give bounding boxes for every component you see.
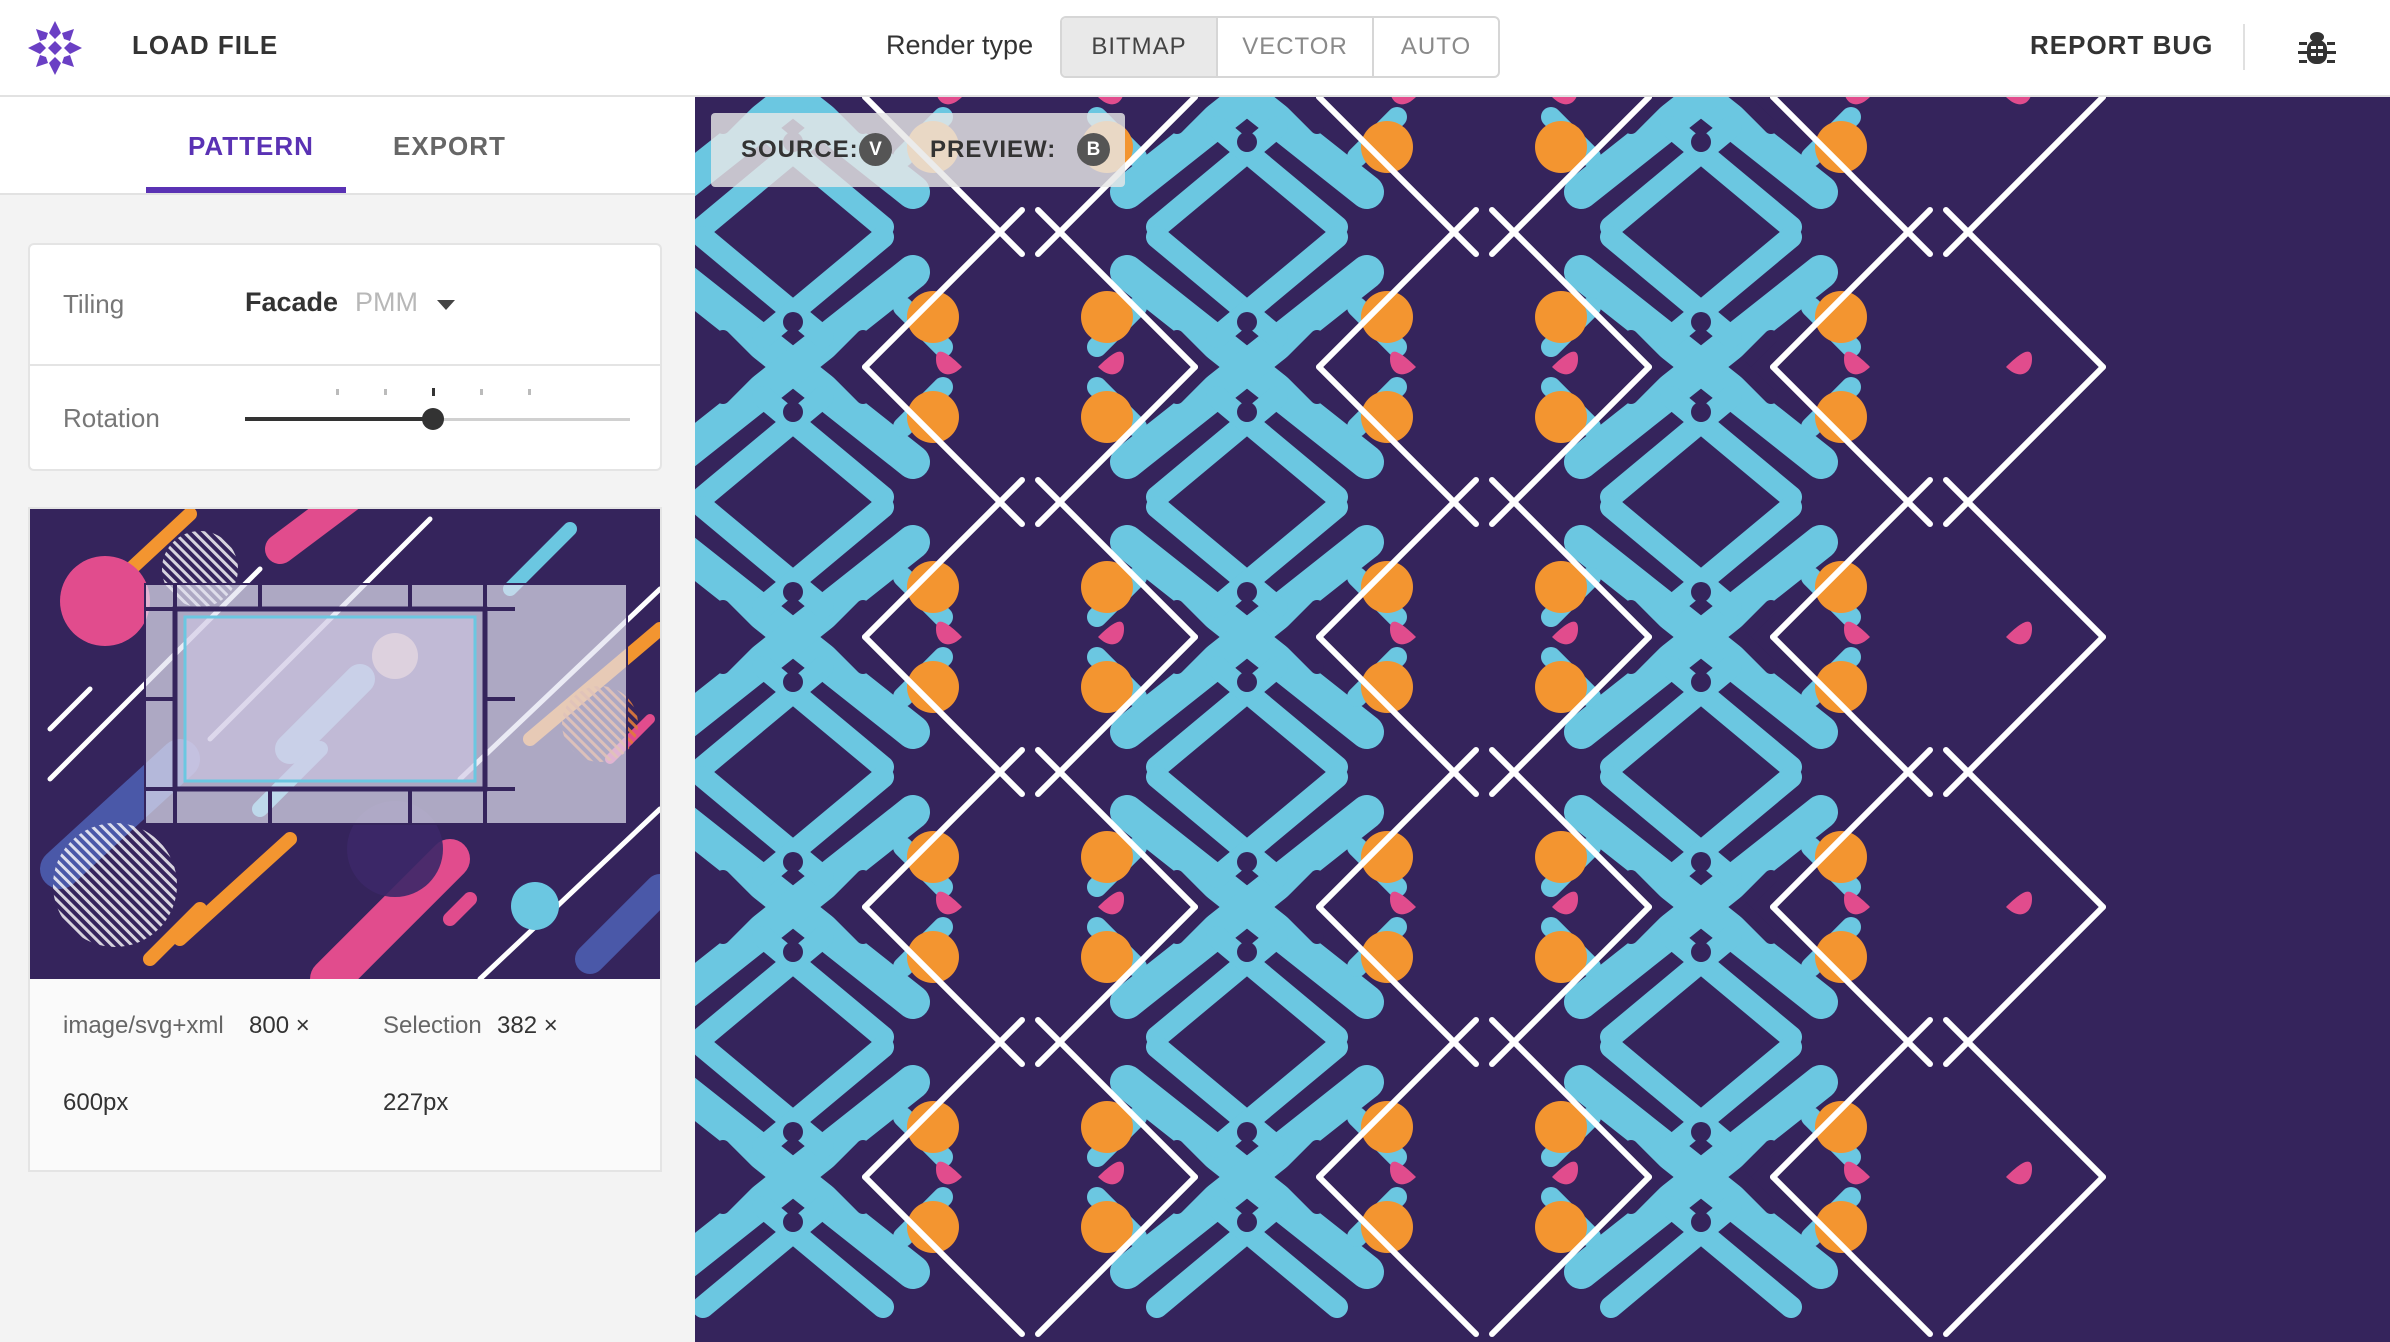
- cutout-dot: [783, 312, 803, 332]
- cutout-dot: [1237, 852, 1257, 872]
- card-divider: [30, 364, 660, 366]
- sidebar: PATTERN EXPORT Tiling Facade PMM Rotatio…: [0, 97, 695, 1342]
- top-bar: LOAD FILE Render type BITMAP VECTOR AUTO…: [0, 0, 2390, 97]
- load-file-button[interactable]: LOAD FILE: [132, 30, 278, 61]
- pattern-canvas[interactable]: SOURCE: V PREVIEW: B: [695, 97, 2390, 1342]
- render-type-toggle: BITMAP VECTOR AUTO: [1060, 16, 1500, 78]
- source-key-badge: V: [859, 133, 892, 166]
- source-label: SOURCE:: [741, 136, 859, 163]
- cutout-dot: [1691, 402, 1711, 422]
- cutout-dot: [783, 942, 803, 962]
- logo-icon[interactable]: [26, 19, 84, 77]
- tiled-pattern-preview: [695, 97, 2390, 1342]
- cutout-dot: [1237, 312, 1257, 332]
- preview-label: PREVIEW:: [930, 136, 1057, 163]
- slider-fill: [245, 417, 432, 421]
- cutout-dot: [1237, 402, 1257, 422]
- cutout-dot: [1237, 672, 1257, 692]
- sidebar-tabs: PATTERN EXPORT: [0, 97, 695, 195]
- selection-height: 227px: [383, 1089, 449, 1116]
- cutout-dot: [1691, 1122, 1711, 1142]
- slider-thumb[interactable]: [422, 408, 444, 430]
- report-bug-button[interactable]: REPORT BUG: [2030, 30, 2213, 61]
- source-width: 800 ×: [249, 1012, 310, 1039]
- cutout-dot: [1237, 132, 1257, 152]
- source-mime-type: image/svg+xml: [63, 1012, 224, 1039]
- cutout-dot: [1691, 132, 1711, 152]
- tiling-label: Tiling: [63, 289, 125, 319]
- tiling-value: Facade: [245, 287, 339, 317]
- cutout-dot: [1237, 1122, 1257, 1142]
- cutout-dot: [1691, 672, 1711, 692]
- selection-label: Selection: [383, 1012, 482, 1039]
- cutout-dot: [783, 402, 803, 422]
- cutout-dot: [783, 1212, 803, 1232]
- cutout-dot: [783, 852, 803, 872]
- cutout-dot: [1237, 1212, 1257, 1232]
- pattern-settings-card: Tiling Facade PMM Rotation: [28, 243, 662, 471]
- cutout-dot: [783, 582, 803, 602]
- rotation-tick[interactable]: [432, 388, 435, 396]
- caret-down-icon[interactable]: [437, 300, 455, 310]
- cutout-dot: [1691, 942, 1711, 962]
- source-image-thumbnail[interactable]: [30, 509, 660, 979]
- tab-pattern[interactable]: PATTERN: [188, 131, 314, 162]
- rotation-tick[interactable]: [336, 389, 339, 395]
- render-type-auto-button[interactable]: AUTO: [1374, 18, 1498, 76]
- cutout-dot: [783, 672, 803, 692]
- selection-width: 382 ×: [497, 1012, 558, 1039]
- cutout-dot: [1691, 312, 1711, 332]
- cutout-dot: [1237, 942, 1257, 962]
- tiling-group: PMM: [355, 287, 418, 317]
- render-type-label: Render type: [886, 30, 1034, 60]
- tab-export[interactable]: EXPORT: [393, 131, 506, 162]
- cutout-dot: [1691, 852, 1711, 872]
- source-height: 600px: [63, 1089, 129, 1116]
- rotation-tick[interactable]: [384, 389, 387, 395]
- rotation-label: Rotation: [63, 403, 160, 433]
- render-type-bitmap-button[interactable]: BITMAP: [1062, 18, 1218, 76]
- bug-icon[interactable]: [2298, 28, 2336, 68]
- rotation-tick[interactable]: [480, 389, 483, 395]
- source-preview-panel: image/svg+xml 800 × 600px Selection 382 …: [28, 507, 662, 1172]
- toolbar-divider: [2243, 24, 2245, 70]
- cutout-dot: [1691, 582, 1711, 602]
- preview-key-badge: B: [1077, 133, 1110, 166]
- rotation-tick[interactable]: [528, 389, 531, 395]
- render-type-vector-button[interactable]: VECTOR: [1218, 18, 1374, 76]
- active-tab-indicator: [146, 187, 346, 193]
- cutout-dot: [783, 1122, 803, 1142]
- cutout-dot: [1237, 582, 1257, 602]
- source-preview-hint: SOURCE: V PREVIEW: B: [711, 113, 1125, 187]
- cutout-dot: [1691, 1212, 1711, 1232]
